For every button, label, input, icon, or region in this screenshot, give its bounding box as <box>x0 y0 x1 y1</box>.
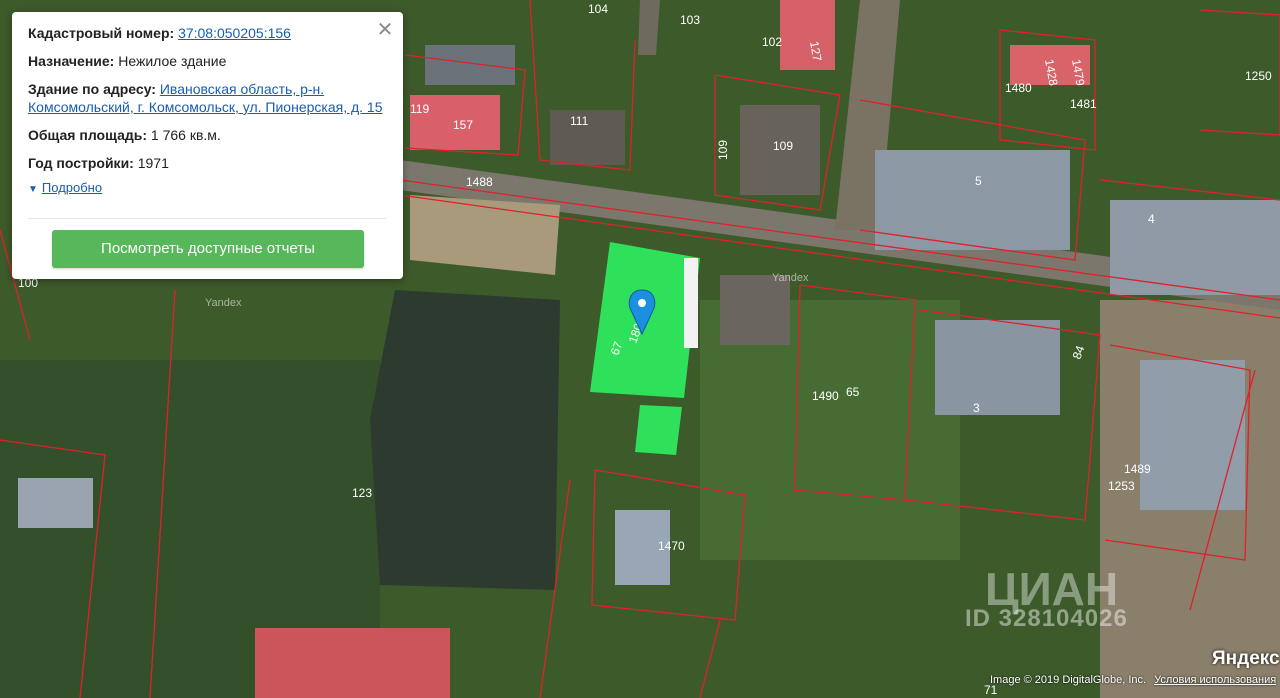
parcel-label: 102 <box>762 35 782 49</box>
parcel-label: 65 <box>846 385 860 399</box>
details-link[interactable]: Подробно <box>42 180 102 195</box>
building-3 <box>935 320 1060 415</box>
building-wall <box>684 258 698 348</box>
terms-link[interactable]: Условия использования <box>1154 674 1276 686</box>
parcel-label: 109 <box>773 139 793 153</box>
building-near-street <box>720 275 790 345</box>
parcel-label: 5 <box>975 174 982 188</box>
parcel-label: 1470 <box>658 539 685 553</box>
yandex-watermark: Yandex <box>205 297 242 309</box>
building-east <box>1140 360 1245 510</box>
purpose-label: Назначение: <box>28 53 115 69</box>
view-reports-button[interactable]: Посмотреть доступные отчеты <box>52 230 364 268</box>
address-row: Здание по адресу: Ивановская область, р-… <box>28 80 387 116</box>
yandex-watermark: Yandex <box>772 272 809 284</box>
parcel-label: 1490 <box>812 389 839 403</box>
address-label: Здание по адресу: <box>28 81 156 97</box>
cadastral-row: Кадастровый номер: 37:08:050205:156 <box>28 24 387 42</box>
yandex-logo: Яндекс <box>1212 648 1280 669</box>
divider <box>28 218 387 219</box>
year-row: Год постройки: 1971 <box>28 154 387 172</box>
parcel-label: 157 <box>453 118 473 132</box>
parcel-label: 104 <box>588 2 608 16</box>
building-west <box>18 478 93 528</box>
area-row: Общая площадь: 1 766 кв.м. <box>28 126 387 144</box>
area-value: 1 766 кв.м. <box>150 127 221 143</box>
parcel-label: 1480 <box>1005 81 1032 95</box>
parcel-label: 123 <box>352 486 372 500</box>
building-roof-south <box>255 628 450 698</box>
building-north <box>425 45 515 85</box>
purpose-value: Нежилое здание <box>118 53 227 69</box>
parcel-label: 109 <box>716 140 730 160</box>
cadastral-link[interactable]: 37:08:050205:156 <box>178 25 291 41</box>
cadastral-label: Кадастровый номер: <box>28 25 175 41</box>
parcel-label: 103 <box>680 13 700 27</box>
parcel-info-card: ✕ Кадастровый номер: 37:08:050205:156 На… <box>12 12 403 279</box>
parcel-label: 119 <box>410 102 429 116</box>
area-label: Общая площадь: <box>28 127 148 143</box>
attribution-text: Image © 2019 DigitalGlobe, Inc. <box>990 674 1147 686</box>
caret-down-icon: ▼ <box>28 184 38 195</box>
details-toggle[interactable]: ▼ Подробно <box>28 180 387 195</box>
year-value: 1971 <box>137 155 169 171</box>
year-label: Год постройки: <box>28 155 134 171</box>
parcel-label: 111 <box>570 114 589 128</box>
cian-watermark-id: ID 328104026 <box>965 605 1128 632</box>
close-icon[interactable]: ✕ <box>375 20 395 40</box>
parcel-label: 1253 <box>1108 479 1135 493</box>
parcel-label: 3 <box>973 401 980 415</box>
building-5 <box>875 150 1070 250</box>
parcel-label: 1488 <box>466 175 493 189</box>
building-roof-102 <box>780 0 835 70</box>
highlighted-parcel-annex[interactable] <box>635 405 682 455</box>
map-attribution: Image © 2019 DigitalGlobe, Inc. Условия и… <box>990 674 1276 686</box>
pond <box>370 290 560 590</box>
purpose-row: Назначение: Нежилое здание <box>28 52 387 70</box>
parcel-label: 1250 <box>1245 69 1272 83</box>
parcel-label: 1481 <box>1070 97 1097 111</box>
parcel-label: 1489 <box>1124 462 1151 476</box>
parcel-label: 4 <box>1148 212 1155 226</box>
